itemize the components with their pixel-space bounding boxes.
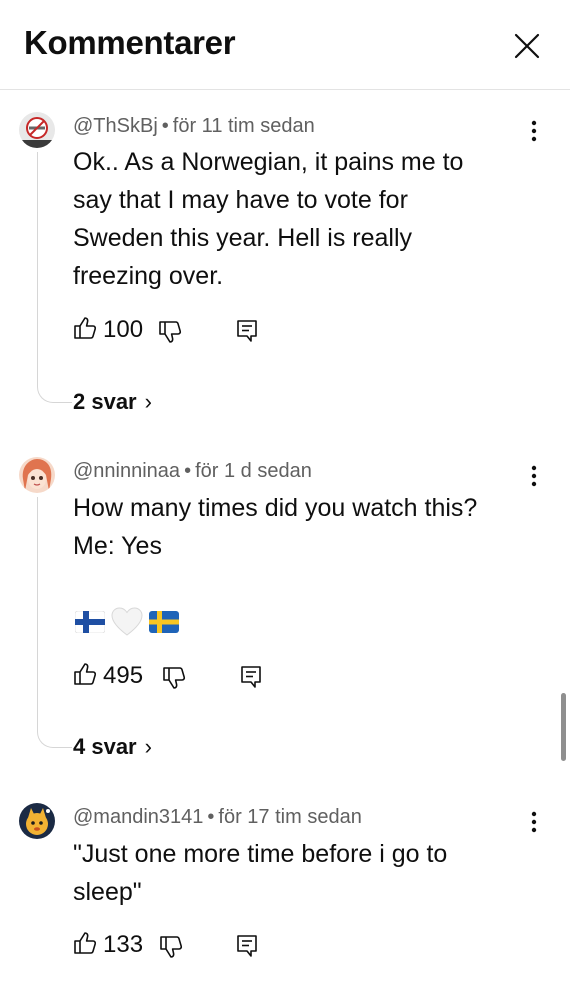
dislike-icon[interactable] [159,934,183,960]
dislike-icon[interactable] [162,665,186,691]
comments-header: Kommentarer [0,0,570,90]
replies-label: 2 svar [73,389,137,414]
comment-line: Me: Yes [73,532,162,560]
avatar[interactable] [19,803,55,839]
avatar[interactable] [19,457,55,493]
comment-meta: @ThSkBj • för 11 tim sedan [73,115,315,137]
reply-thread-line [37,497,72,748]
no-smoking-icon [19,112,55,148]
reply-icon[interactable] [235,318,259,344]
like-icon[interactable] [73,930,97,956]
cartoon-avatar-icon [19,803,55,839]
like-count: 495 [103,662,144,689]
chevron-right-icon: › [144,734,152,759]
close-icon[interactable] [510,29,544,63]
replies-label: 4 svar [73,734,137,759]
comment-line: freezing over. [73,262,224,290]
comment-meta: @nninninaa • för 1 d sedan [73,460,312,482]
more-options-icon[interactable] [524,462,544,490]
comment-time: för 1 d sedan [195,460,312,482]
comment-time: för 17 tim sedan [218,806,362,828]
avatar[interactable] [19,112,55,148]
panel-title: Kommentarer [24,24,236,61]
view-replies-button[interactable]: 4 svar › [73,734,152,760]
comment-actions: 133 [73,930,273,962]
like-icon[interactable] [73,315,97,341]
comment-line: Ok.. As a Norwegian, it pains me to [73,148,464,176]
comment-author[interactable]: @nninninaa [73,460,180,482]
comment-time: för 11 tim sedan [172,115,315,137]
more-options-icon[interactable] [524,808,544,836]
comment-line: How many times did you watch this? [73,494,478,522]
comment-author[interactable]: @mandin3141 [73,806,203,828]
finland-flag-icon [75,611,105,633]
comment-text: Ok.. As a Norwegian, it pains me to say … [73,143,533,295]
chevron-right-icon: › [144,389,152,414]
comment-line: sleep" [73,878,142,906]
comment-author[interactable]: @ThSkBj [73,115,158,137]
comment-line: say that I may have to vote for [73,186,408,214]
comment-text: "Just one more time before i go to sleep… [73,835,533,911]
reply-icon[interactable] [239,664,263,690]
like-count: 100 [103,316,144,343]
comment-meta: @mandin3141 • för 17 tim sedan [73,806,362,828]
comment-line: Sweden this year. Hell is really [73,224,413,252]
sweden-flag-icon [149,611,179,633]
white-heart-icon [111,607,143,636]
comment-actions: 100 [73,315,273,347]
reply-icon[interactable] [235,933,259,959]
comment-line: "Just one more time before i go to [73,840,448,868]
view-replies-button[interactable]: 2 svar › [73,389,152,415]
like-count: 133 [103,931,144,958]
more-options-icon[interactable] [524,117,544,145]
reply-thread-line [37,152,72,403]
comment-text: How many times did you watch this? Me: Y… [73,489,533,565]
like-icon[interactable] [73,661,97,687]
comment-actions: 495 [73,661,273,693]
dislike-icon[interactable] [158,319,182,345]
anime-girl-avatar-icon [19,457,55,493]
scrollbar[interactable] [561,693,566,761]
